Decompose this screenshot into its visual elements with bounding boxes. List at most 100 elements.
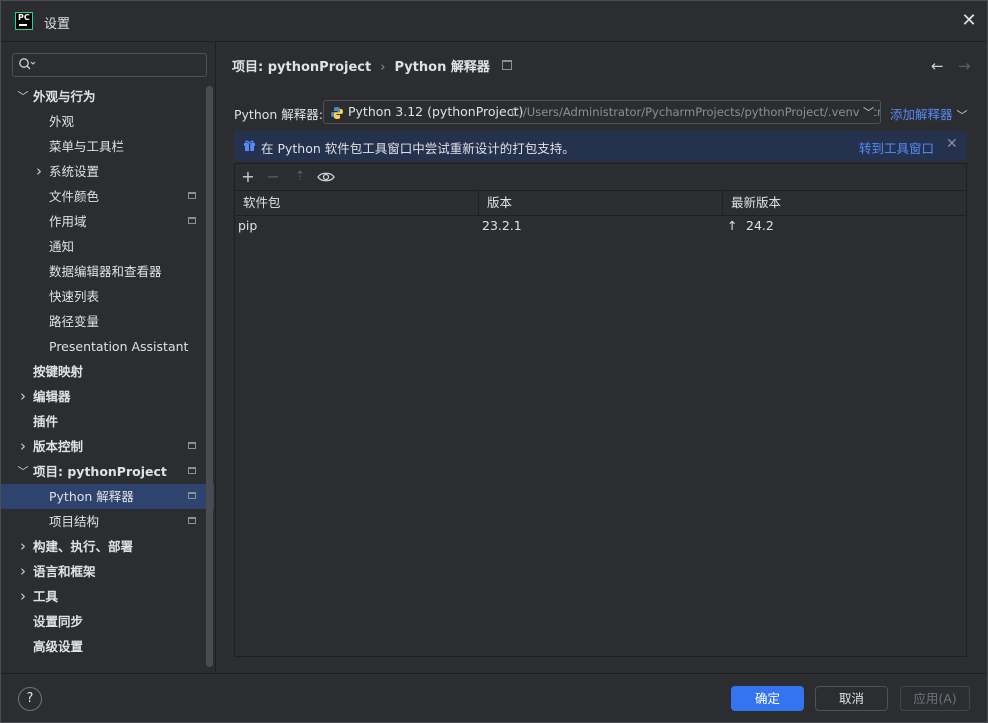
upgrade-package-icon: ⇡ — [294, 169, 306, 184]
sidebar-item-label: 版本控制 — [33, 439, 84, 454]
banner-text: 在 Python 软件包工具窗口中尝试重新设计的打包支持。 — [261, 141, 575, 156]
sidebar-item[interactable]: 快速列表 — [1, 284, 214, 309]
chevron-down-icon: ﹀ — [956, 109, 968, 122]
project-scope-icon — [188, 442, 196, 449]
sidebar-item-label: 作用域 — [49, 214, 87, 229]
column-header-latest[interactable]: 最新版本 — [723, 191, 966, 215]
sidebar-item-label: 项目结构 — [49, 514, 100, 529]
add-package-icon[interactable]: + — [238, 167, 258, 187]
sidebar-item[interactable]: 外观 — [1, 109, 214, 134]
banner-close-icon[interactable]: ✕ — [946, 136, 958, 152]
ok-button[interactable]: 确定 — [731, 686, 804, 711]
python-icon — [331, 107, 343, 119]
help-button[interactable]: ? — [18, 687, 42, 711]
sidebar-item-label: 通知 — [49, 239, 75, 254]
sidebar-item[interactable]: Python 解释器 — [1, 484, 214, 509]
table-row[interactable]: pip 23.2.1 ↑ 24.2 — [235, 215, 966, 237]
chevron-right-icon[interactable]: › — [17, 559, 29, 584]
sidebar-item-label: 菜单与工具栏 — [49, 139, 125, 154]
sidebar-item[interactable]: Presentation Assistant — [1, 334, 214, 359]
sidebar-item[interactable]: › 工具 — [1, 584, 214, 609]
chevron-right-icon[interactable]: › — [17, 534, 29, 559]
sidebar-item-label: 项目: pythonProject — [33, 464, 167, 479]
packaging-banner: 在 Python 软件包工具窗口中尝试重新设计的打包支持。 转到工具窗口 ✕ — [234, 131, 967, 161]
interpreter-name: Python 3.12 (pythonProject) — [348, 104, 524, 119]
sidebar-item-label: 数据编辑器和查看器 — [49, 264, 162, 279]
settings-dialog: PC 设置 ✕ ﹀ 外观与行为 外观 菜单与工具栏 › 系统设置 文件颜色 作用域 通知 数据编辑… — [0, 0, 988, 723]
project-scope-icon — [188, 467, 196, 474]
window-title: 设置 — [44, 17, 71, 32]
sidebar-item-label: 高级设置 — [33, 639, 84, 654]
search-icon — [19, 58, 36, 70]
chevron-down-icon: ﹀ — [859, 104, 874, 120]
project-scope-icon — [501, 60, 512, 70]
project-scope-icon — [188, 192, 196, 199]
sidebar-item-label: 路径变量 — [49, 314, 100, 329]
remove-package-icon: − — [266, 167, 280, 186]
sidebar-item-label: 构建、执行、部署 — [33, 539, 134, 554]
column-header-package[interactable]: 软件包 — [235, 191, 479, 215]
sidebar-item[interactable]: 项目结构 — [1, 509, 214, 534]
footer-divider — [1, 673, 987, 674]
chevron-right-icon[interactable]: › — [33, 159, 45, 184]
sidebar-item[interactable]: 路径变量 — [1, 309, 214, 334]
sidebar-item[interactable]: 设置同步 — [1, 609, 214, 634]
apply-button: 应用(A) — [900, 686, 970, 711]
sidebar-item[interactable]: 菜单与工具栏 — [1, 134, 214, 159]
breadcrumb: 项目: pythonProject › Python 解释器 — [232, 56, 512, 75]
packages-toolbar: + − ⇡ — [235, 164, 966, 190]
sidebar-item-label: 快速列表 — [49, 289, 100, 304]
settings-sidebar: ﹀ 外观与行为外观菜单与工具栏 › 系统设置文件颜色作用域通知数据编辑器和查看器 快速列… — [1, 42, 216, 672]
sidebar-item[interactable]: › 构建、执行、部署 — [1, 534, 214, 559]
breadcrumb-page: Python 解释器 — [394, 60, 490, 75]
interpreter-path: C:/Users/Administrator/PycharmProjects/p… — [511, 105, 881, 119]
project-scope-icon — [188, 217, 196, 224]
package-version: 23.2.1 — [482, 218, 522, 233]
open-tool-window-link[interactable]: 转到工具窗口 — [859, 138, 934, 157]
sidebar-item[interactable]: 作用域 — [1, 209, 214, 234]
eye-icon[interactable] — [316, 167, 336, 187]
chevron-right-icon[interactable]: › — [17, 584, 29, 609]
package-latest-version: 24.2 — [746, 218, 774, 233]
sidebar-item[interactable]: 插件 — [1, 409, 214, 434]
sidebar-scrollbar[interactable] — [206, 86, 213, 667]
sidebar-item[interactable]: 通知 — [1, 234, 214, 259]
breadcrumb-project[interactable]: 项目: pythonProject — [232, 60, 371, 75]
sidebar-item-label: 设置同步 — [33, 614, 84, 629]
forward-arrow-icon: → — [958, 57, 971, 75]
close-window-button[interactable]: ✕ — [959, 11, 979, 31]
add-interpreter-link[interactable]: 添加解释器 ﹀ — [890, 104, 968, 123]
packages-panel: + − ⇡ 软件包 版本 最新版本 pip 23.2.1 ↑ 24.2 — [234, 163, 967, 657]
sidebar-item-label: 编辑器 — [33, 389, 71, 404]
project-scope-icon — [188, 492, 196, 499]
upgrade-arrow-icon: ↑ — [727, 218, 738, 233]
sidebar-item[interactable]: › 语言和框架 — [1, 559, 214, 584]
sidebar-item-label: 外观 — [49, 114, 75, 129]
sidebar-item[interactable]: ﹀ 项目: pythonProject — [1, 459, 214, 484]
sidebar-item[interactable]: 按键映射 — [1, 359, 214, 384]
cancel-button[interactable]: 取消 — [815, 686, 888, 711]
chevron-right-icon[interactable]: › — [17, 434, 29, 459]
chevron-down-icon[interactable]: ﹀ — [17, 459, 29, 484]
gift-icon — [244, 140, 255, 151]
sidebar-item[interactable]: 数据编辑器和查看器 — [1, 259, 214, 284]
interpreter-select[interactable]: Python 3.12 (pythonProject) C:/Users/Adm… — [323, 100, 881, 124]
sidebar-item-label: Presentation Assistant — [49, 339, 189, 354]
settings-search-input[interactable] — [12, 53, 207, 77]
sidebar-item[interactable]: 文件颜色 — [1, 184, 214, 209]
package-name: pip — [238, 218, 258, 233]
sidebar-item[interactable]: › 编辑器 — [1, 384, 214, 409]
chevron-down-icon[interactable]: ﹀ — [17, 84, 29, 109]
sidebar-item[interactable]: ﹀ 外观与行为 — [1, 84, 214, 109]
back-arrow-icon[interactable]: ← — [931, 57, 944, 75]
sidebar-item[interactable]: › 版本控制 — [1, 434, 214, 459]
packages-table-header: 软件包 版本 最新版本 — [235, 190, 966, 216]
sidebar-item-label: 文件颜色 — [49, 189, 100, 204]
sidebar-item-label: 插件 — [33, 414, 59, 429]
sidebar-item[interactable]: › 系统设置 — [1, 159, 214, 184]
column-header-version[interactable]: 版本 — [479, 191, 723, 215]
sidebar-item-label: 按键映射 — [33, 364, 84, 379]
chevron-right-icon[interactable]: › — [17, 384, 29, 409]
sidebar-item[interactable]: 高级设置 — [1, 634, 214, 659]
sidebar-item-label: Python 解释器 — [49, 489, 134, 504]
